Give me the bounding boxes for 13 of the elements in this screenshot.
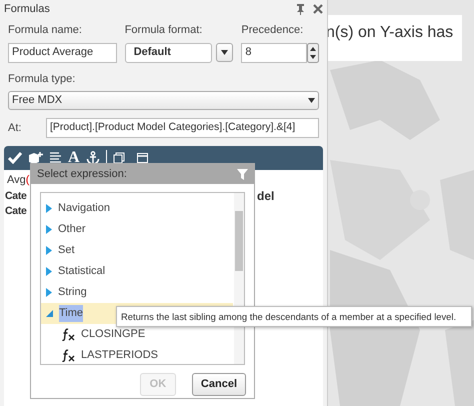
panel-title: Formulas — [4, 2, 50, 17]
editor-text: Avg — [7, 174, 26, 186]
bracket-text: ( — [26, 174, 30, 186]
precedence-label: Precedence: — [241, 23, 304, 38]
editor-text: Cate — [5, 204, 27, 220]
editor-text: Cate — [5, 188, 27, 204]
formula-type-label: Formula type: — [8, 72, 76, 86]
at-label: At: — [8, 120, 22, 136]
formula-format-label: Formula format: — [124, 23, 204, 38]
dialog-title: Select expression: — [37, 166, 127, 182]
tooltip: Returns the last sibling among the descendants of a member at a specified level. — [116, 306, 472, 327]
formula-name-label: Formula name: — [8, 23, 83, 38]
editor-text: del — [257, 188, 274, 205]
